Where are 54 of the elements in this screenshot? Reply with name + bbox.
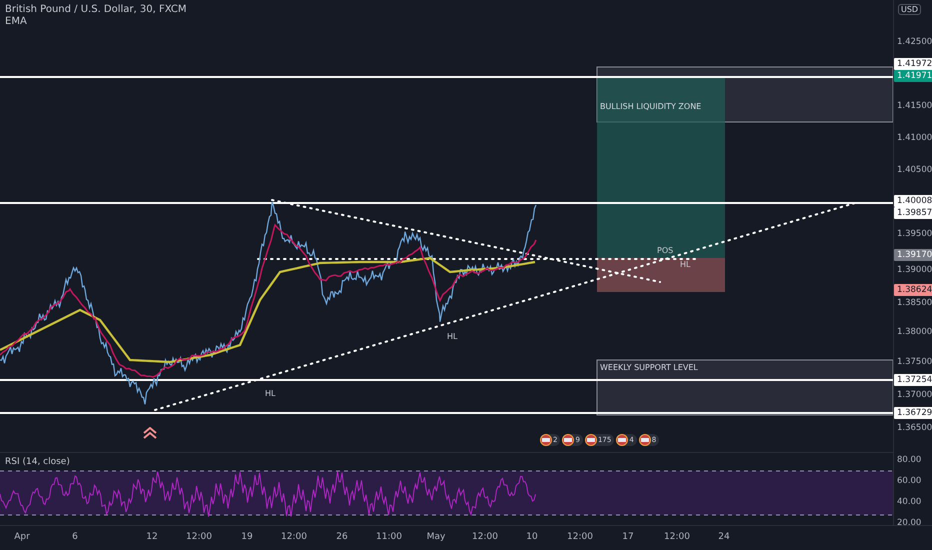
price-tag: 1.41972 [894, 58, 932, 70]
time-tick: 6 [72, 532, 78, 542]
price-tick: 1.39000 [897, 265, 932, 275]
price-tick: 1.41500 [897, 101, 932, 111]
time-tick: 26 [336, 532, 348, 542]
price-tick: 1.37000 [897, 390, 932, 400]
price-tag: 1.36729 [894, 407, 932, 419]
price-tag: 1.39170 [894, 249, 932, 261]
zone-label: WEEKLY SUPPORT LEVEL [600, 363, 698, 372]
rsi-tick: 40.00 [897, 497, 922, 507]
time-tick: Apr [14, 532, 30, 542]
time-tick: 11:00 [376, 532, 402, 542]
price-tick: 1.42500 [897, 37, 932, 47]
rsi-tick: 60.00 [897, 476, 922, 486]
chart-label: HL [265, 389, 276, 398]
flag-icon [638, 434, 651, 446]
time-tick: 17 [622, 532, 634, 542]
double-chevron-up-icon [143, 427, 157, 439]
flag-icon [584, 434, 597, 446]
symbol-title: British Pound / U.S. Dollar, 30, FXCM [5, 4, 186, 15]
price-tag: 1.38624 [894, 284, 932, 296]
time-tick: 12:00 [281, 532, 307, 542]
flag-icon [562, 434, 574, 446]
price-tick: 1.40500 [897, 165, 932, 175]
zone-label: BULLISH LIQUIDITY ZONE [600, 102, 702, 111]
price-tag: 1.39857 [894, 207, 932, 219]
time-tick: 12:00 [472, 532, 498, 542]
price-tick: 1.41000 [897, 133, 932, 143]
time-tick: 12:00 [567, 532, 593, 542]
price-tick: 1.36500 [897, 423, 932, 433]
chart-label: POS [657, 246, 674, 255]
flag-icon [616, 434, 628, 446]
time-tick: 12 [146, 532, 158, 542]
currency-badge[interactable]: USD [898, 4, 922, 15]
price-tick: 1.38500 [897, 298, 932, 308]
time-tick: 24 [718, 532, 730, 542]
time-tick: May [426, 532, 446, 542]
price-tick: 1.39500 [897, 229, 932, 239]
time-tick: 12:00 [664, 532, 690, 542]
rsi-tick: 20.00 [897, 518, 922, 528]
time-tick: 10 [526, 532, 538, 542]
price-tag: 1.41971 [894, 70, 932, 82]
price-tick: 1.38000 [897, 327, 932, 337]
chart-label: HL [447, 332, 458, 341]
time-tick: 19 [241, 532, 253, 542]
price-tag: 1.37254 [894, 374, 932, 386]
indicator-name: EMA [5, 16, 28, 27]
rsi-label: RSI (14, close) [5, 457, 70, 467]
chart-label: HL [680, 260, 690, 269]
flag-icon [540, 434, 552, 446]
price-tag: 1.40008 [894, 195, 932, 207]
rsi-tick: 80.00 [897, 455, 922, 465]
time-tick: 12:00 [186, 532, 212, 542]
price-tick: 1.37500 [897, 357, 932, 367]
